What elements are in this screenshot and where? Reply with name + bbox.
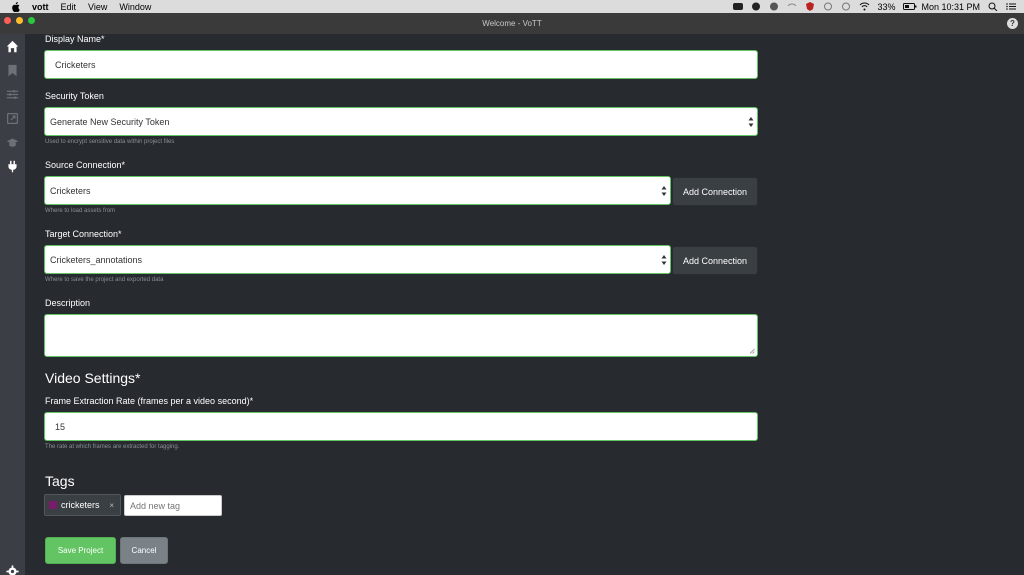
select-arrows-icon	[661, 186, 667, 196]
shield-icon[interactable]	[805, 2, 815, 11]
menu-status-area: 33% Mon 10:31 PM	[733, 2, 1024, 12]
security-token-help: Used to encrypt sensitive data within pr…	[45, 139, 175, 145]
battery-icon[interactable]	[903, 2, 917, 11]
display-name-value: Cricketers	[55, 59, 96, 70]
add-source-connection-button[interactable]: Add Connection	[672, 177, 758, 206]
add-tag-input[interactable]	[124, 495, 222, 516]
recording-icon[interactable]	[733, 2, 744, 11]
tag-remove-icon[interactable]: ×	[109, 501, 114, 510]
minimize-window-button[interactable]	[16, 17, 23, 24]
window-titlebar: Welcome - VoTT ?	[0, 13, 1024, 34]
description-textarea[interactable]	[44, 314, 758, 357]
save-project-button[interactable]: Save Project	[45, 537, 116, 564]
sidebar-item-home[interactable]	[0, 34, 25, 58]
wifi-extender-icon[interactable]	[787, 2, 797, 11]
macos-menu-bar: vott Edit View Window 33% Mon 10:31 PM	[0, 0, 1024, 13]
apple-icon[interactable]	[8, 0, 22, 13]
camera-icon[interactable]	[751, 2, 761, 11]
frame-rate-label: Frame Extraction Rate (frames per a vide…	[45, 396, 254, 406]
security-token-value: Generate New Security Token	[50, 116, 170, 127]
export-icon	[7, 112, 18, 124]
frame-rate-help: The rate at which frames are extracted f…	[45, 444, 180, 450]
spotlight-search-icon[interactable]	[988, 2, 998, 12]
sidebar-item-active-learning[interactable]	[0, 130, 25, 154]
target-connection-select[interactable]: Cricketers_annotations	[44, 245, 671, 274]
battery-percent: 33%	[877, 1, 896, 12]
select-arrows-icon	[748, 117, 754, 127]
menu-edit[interactable]: Edit	[61, 2, 77, 12]
sidebar	[0, 34, 25, 575]
zoom-window-button[interactable]	[28, 17, 35, 24]
home-icon	[6, 40, 19, 52]
tags-heading: Tags	[45, 473, 75, 489]
plug-icon	[8, 160, 17, 172]
source-connection-label: Source Connection*	[45, 160, 126, 170]
close-window-button[interactable]	[4, 17, 11, 24]
source-connection-value: Cricketers	[50, 185, 91, 196]
sidebar-item-tagging[interactable]	[0, 58, 25, 82]
help-icon[interactable]: ?	[1007, 18, 1018, 29]
cloud-icon[interactable]	[769, 2, 779, 11]
sync-icon[interactable]	[841, 2, 851, 11]
menu-app-name[interactable]: vott	[32, 2, 49, 12]
sidebar-item-connections[interactable]	[0, 154, 25, 178]
notification-center-icon[interactable]	[1006, 2, 1016, 11]
security-token-select[interactable]: Generate New Security Token	[44, 107, 758, 136]
project-settings-form: Display Name* Cricketers Security Token …	[25, 34, 1024, 575]
target-connection-help: Where to save the project and exported d…	[45, 277, 164, 283]
cancel-button[interactable]: Cancel	[120, 537, 168, 564]
select-arrows-icon	[661, 255, 667, 265]
gear-icon	[6, 564, 19, 575]
sidebar-item-app-settings[interactable]	[0, 559, 25, 575]
sidebar-item-export[interactable]	[0, 106, 25, 130]
tag-chip[interactable]: cricketers ×	[44, 494, 121, 516]
tag-name: cricketers	[61, 500, 100, 510]
sidebar-item-settings[interactable]	[0, 82, 25, 106]
add-target-connection-button[interactable]: Add Connection	[672, 246, 758, 275]
video-settings-heading: Video Settings*	[45, 370, 141, 386]
menu-view[interactable]: View	[88, 2, 107, 12]
tag-color-swatch[interactable]	[49, 501, 57, 509]
display-name-input[interactable]: Cricketers	[44, 50, 758, 79]
source-connection-help: Where to load assets from	[45, 208, 116, 214]
description-label: Description	[45, 298, 91, 308]
target-connection-label: Target Connection*	[45, 229, 122, 239]
display-name-label: Display Name*	[45, 34, 105, 44]
menu-clock[interactable]: Mon 10:31 PM	[921, 2, 980, 12]
resize-grip-icon[interactable]	[749, 348, 755, 354]
frame-rate-input[interactable]: 15	[44, 412, 758, 441]
frame-rate-value: 15	[55, 421, 66, 432]
bookmark-icon	[8, 64, 17, 76]
search-circle-icon[interactable]	[823, 2, 833, 11]
wifi-icon[interactable]	[859, 2, 870, 11]
sliders-icon	[6, 89, 19, 99]
window-title: Welcome - VoTT	[482, 19, 542, 28]
graduation-cap-icon	[6, 137, 19, 147]
menu-window[interactable]: Window	[119, 2, 151, 12]
source-connection-select[interactable]: Cricketers	[44, 176, 671, 205]
target-connection-value: Cricketers_annotations	[50, 254, 143, 265]
security-token-label: Security Token	[45, 91, 104, 101]
